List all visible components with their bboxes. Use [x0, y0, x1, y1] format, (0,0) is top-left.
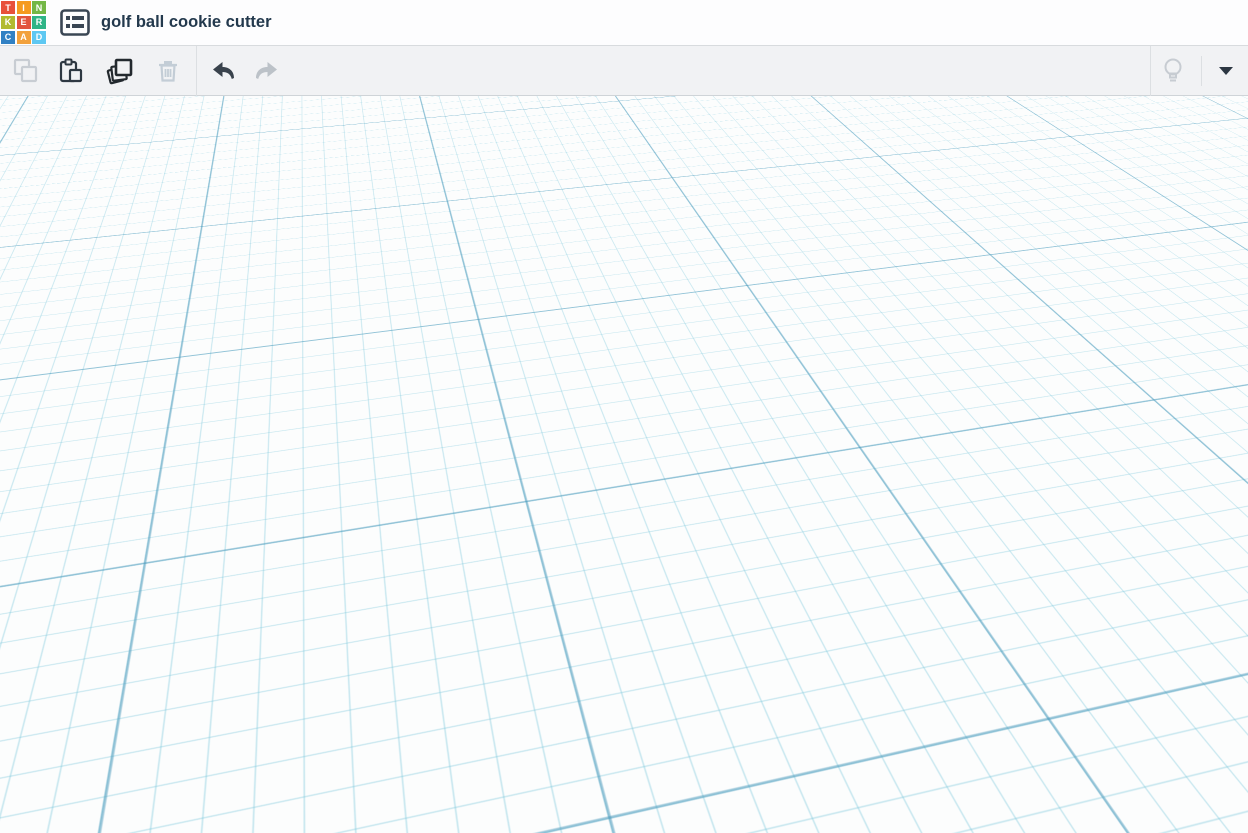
lightbulb-icon: [1160, 57, 1186, 85]
dropdown-button[interactable]: [1208, 49, 1244, 93]
design-title[interactable]: golf ball cookie cutter: [101, 13, 272, 32]
duplicate-icon: [106, 57, 134, 85]
perspective-cube-icon: [21, 451, 47, 477]
fit-view-button[interactable]: [12, 274, 56, 318]
viewport-3d[interactable]: SHORA: [0, 96, 1248, 833]
main-toolbar: [0, 46, 1248, 96]
toolbar-separator: [196, 46, 197, 96]
view-cube[interactable]: SHORA: [8, 104, 128, 219]
logo-tile: R: [32, 16, 46, 29]
design-properties-button[interactable]: [58, 8, 92, 38]
logo-tile: N: [32, 1, 46, 14]
copy-button[interactable]: [4, 49, 48, 93]
trash-icon: [155, 58, 181, 84]
undo-icon: [210, 58, 236, 84]
fit-view-icon: [21, 283, 47, 309]
logo-tile: T: [1, 1, 15, 14]
home-view-button[interactable]: [12, 218, 56, 262]
perspective-toggle-button[interactable]: [12, 442, 56, 486]
tips-button[interactable]: [1151, 49, 1195, 93]
delete-button[interactable]: [146, 49, 190, 93]
plus-icon: [22, 340, 46, 364]
tinkercad-logo[interactable]: T I N K E R C A D: [0, 0, 47, 45]
redo-button[interactable]: [245, 49, 289, 93]
minus-icon: [22, 396, 46, 420]
logo-tile: I: [17, 1, 31, 14]
app-header: T I N K E R C A D golf ball cookie cutte…: [0, 0, 1248, 46]
chevron-down-icon: [1219, 67, 1233, 75]
properties-list-icon: [60, 9, 90, 36]
duplicate-button[interactable]: [98, 49, 142, 93]
model-golf-ball-cookie-cutter[interactable]: [0, 96, 1248, 833]
paste-icon: [57, 58, 83, 84]
undo-button[interactable]: [201, 49, 245, 93]
paste-button[interactable]: [48, 49, 92, 93]
zoom-out-button[interactable]: [12, 386, 56, 430]
logo-tile: C: [1, 31, 15, 44]
toolbar-separator: [1201, 56, 1202, 86]
home-icon: [21, 228, 47, 253]
zoom-in-button[interactable]: [12, 330, 56, 374]
copy-icon: [13, 58, 39, 84]
redo-icon: [254, 58, 280, 84]
logo-tile: K: [1, 16, 15, 29]
logo-tile: D: [32, 31, 46, 44]
logo-tile: A: [17, 31, 31, 44]
logo-tile: E: [17, 16, 31, 29]
